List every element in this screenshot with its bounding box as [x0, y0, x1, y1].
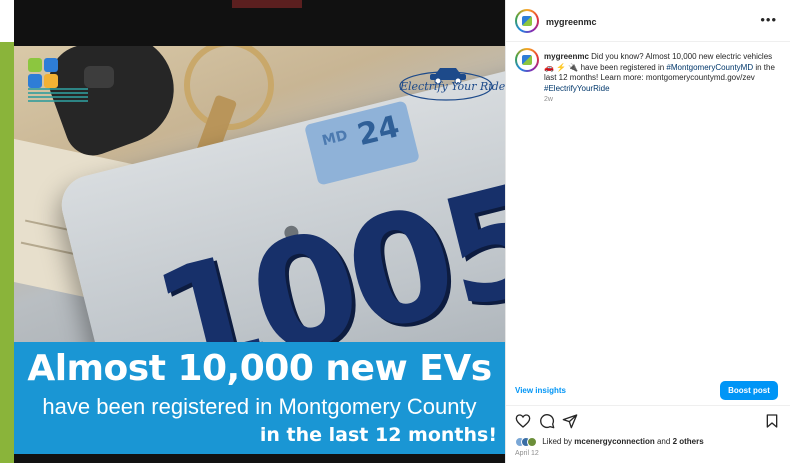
post-header: mygreenmc ••• [506, 0, 790, 42]
hashtag-montgomerycountymd[interactable]: #MontgomeryCountyMD [666, 63, 753, 72]
header-username[interactable]: mygreenmc [546, 17, 597, 27]
liked-by-row: Liked by mcenergyconnection and 2 others [515, 437, 704, 447]
avatar-logo [522, 55, 532, 65]
avatar-inner [517, 50, 537, 70]
logo-text-lines [28, 88, 88, 102]
post-image[interactable]: MD 24 1005 Electrify Your Ride Almost 10… [14, 0, 505, 463]
logo-square-blue [28, 74, 42, 88]
background-green-strip [0, 42, 14, 463]
image-bottom-band [14, 454, 505, 463]
logo-square-green [28, 58, 42, 72]
caption-emojis: 🚗 ⚡ 🔌 [544, 62, 579, 72]
comment-icon[interactable] [539, 413, 555, 429]
license-plate-photo: MD 24 1005 Electrify Your Ride [14, 46, 505, 342]
post-date: April 12 [515, 450, 539, 457]
image-subline: have been registered in Montgomery Count… [42, 394, 477, 419]
liked-by-prefix: Liked by [542, 437, 573, 447]
avatar-logo [522, 16, 532, 26]
sticker-state: MD [320, 127, 350, 150]
panel-divider [506, 405, 790, 406]
key-fob-button [84, 66, 114, 88]
share-icon[interactable] [562, 413, 578, 429]
post-caption: mygreenmc Did you know? Almost 10,000 ne… [544, 52, 782, 94]
sticker-number: 24 [354, 109, 403, 154]
image-top-detail [232, 0, 302, 8]
image-caption-band: Almost 10,000 new EVs have been register… [14, 342, 505, 454]
logo-square-yellow [44, 74, 58, 88]
caption-timestamp: 2w [544, 96, 553, 103]
page-margin [0, 0, 14, 42]
post-details-panel: mygreenmc ••• mygreenmc Did you know? Al… [505, 0, 790, 463]
avatar-inner [517, 11, 537, 31]
caption-text-2: have been registered in [580, 62, 665, 72]
liked-by-others[interactable]: 2 others [673, 437, 704, 446]
bookmark-icon[interactable] [764, 413, 780, 429]
avatar[interactable] [515, 9, 539, 33]
montgomery-ev-logo [22, 54, 88, 106]
more-horizontal-icon[interactable]: ••• [760, 12, 777, 27]
liked-by-avatars[interactable] [515, 437, 537, 447]
electrify-your-ride-logo: Electrify Your Ride [398, 62, 505, 102]
hashtag-electrifyyourride[interactable]: #ElectrifyYourRide [544, 84, 610, 93]
electrify-your-ride-text: Electrify Your Ride [400, 80, 505, 93]
caption-text-1: Did you know? Almost 10,000 new electric… [591, 52, 773, 61]
view-insights-link[interactable]: View insights [515, 386, 566, 395]
image-tail: in the last 12 months! [259, 424, 497, 446]
caption-username[interactable]: mygreenmc [544, 52, 589, 61]
liked-avatar [527, 437, 537, 447]
logo-square-blue [44, 58, 58, 72]
liked-by-user[interactable]: mcenergyconnection [574, 437, 654, 446]
heart-icon[interactable] [515, 413, 531, 429]
image-headline: Almost 10,000 new EVs [27, 348, 492, 389]
liked-by-mid: and [656, 437, 671, 447]
caption-avatar[interactable] [515, 48, 539, 72]
boost-post-button[interactable]: Boost post [720, 381, 778, 400]
